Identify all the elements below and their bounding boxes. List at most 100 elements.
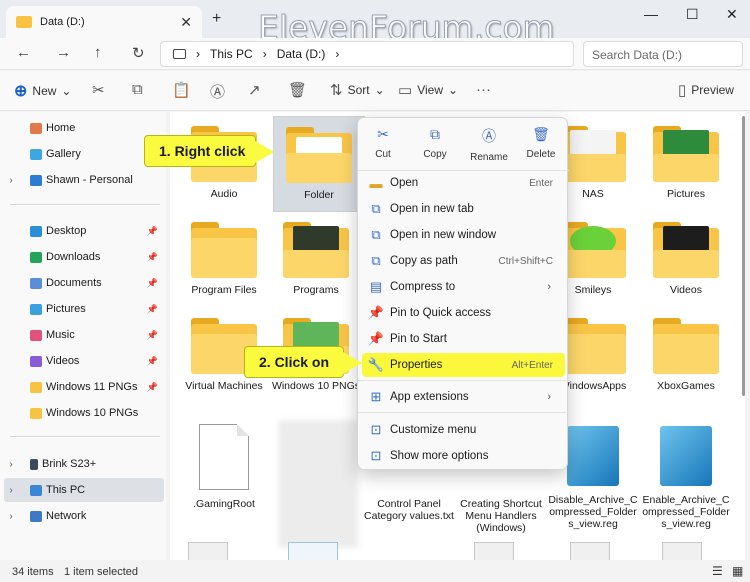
sidebar-item-label: Shawn - Personal bbox=[46, 174, 133, 186]
file-item[interactable]: Enable_Archive_Compressed_Folders_view.r… bbox=[640, 418, 732, 534]
rename-button[interactable]: Ⓐ bbox=[210, 81, 225, 102]
menu-item-copy-as-path[interactable]: ⧉ Copy as path Ctrl+Shift+C bbox=[362, 249, 565, 273]
sidebar-item-onedrive[interactable]: › Shawn - Personal bbox=[4, 168, 164, 192]
menu-item-open-new-window[interactable]: ⧉ Open in new window bbox=[362, 223, 565, 247]
up-icon[interactable]: ↑ bbox=[94, 44, 102, 61]
menu-item-open[interactable]: ▬ Open Enter bbox=[362, 171, 565, 195]
cut-button[interactable]: ✂ bbox=[92, 81, 105, 99]
cut-action[interactable]: ✂ Cut bbox=[358, 126, 408, 160]
cloud-icon bbox=[30, 174, 42, 186]
menu-item-compress-to[interactable]: ▤ Compress to › bbox=[362, 275, 565, 299]
sidebar-item-desktop[interactable]: Desktop 📌 bbox=[4, 219, 164, 243]
more-button[interactable]: ··· bbox=[476, 81, 491, 98]
chevron-right-icon[interactable]: › bbox=[4, 485, 18, 496]
file-item[interactable]: Pictures bbox=[640, 116, 732, 212]
pin-icon[interactable]: 📌 bbox=[147, 226, 158, 237]
pin-icon[interactable]: 📌 bbox=[147, 304, 158, 315]
menu-item-pin-start[interactable]: 📌 Pin to Start bbox=[362, 327, 565, 351]
copy-button[interactable]: ⧉ bbox=[132, 81, 143, 98]
pin-icon[interactable]: 📌 bbox=[147, 278, 158, 289]
sidebar-item-music[interactable]: Music 📌 bbox=[4, 323, 164, 347]
pin-icon[interactable]: 📌 bbox=[147, 252, 158, 263]
file-item[interactable]: Videos bbox=[640, 212, 732, 308]
minimize-icon[interactable]: — bbox=[644, 6, 658, 22]
sort-button[interactable]: ⇅ Sort ⌄ bbox=[330, 81, 385, 99]
file-item[interactable]: Program Files bbox=[178, 212, 270, 308]
chevron-down-icon: ⌄ bbox=[374, 83, 385, 97]
pin-icon[interactable]: 📌 bbox=[147, 330, 158, 341]
new-tab-icon[interactable]: + bbox=[212, 10, 221, 28]
file-item[interactable]: .GamingRoot bbox=[178, 418, 270, 534]
phone-icon bbox=[30, 458, 38, 470]
action-label: Cut bbox=[375, 149, 391, 160]
new-window-icon: ⧉ bbox=[371, 227, 381, 242]
file-item[interactable]: XboxGames bbox=[640, 308, 732, 412]
scrollbar-thumb[interactable] bbox=[742, 116, 745, 396]
preview-button[interactable]: ▯ Preview bbox=[678, 81, 734, 99]
sidebar-item-label: Desktop bbox=[46, 225, 87, 237]
sidebar-item-pictures[interactable]: Pictures 📌 bbox=[4, 297, 164, 321]
chevron-right-icon[interactable]: › bbox=[4, 175, 18, 186]
vertical-scrollbar[interactable] bbox=[740, 112, 746, 552]
view-icon: ▭ bbox=[398, 82, 413, 99]
file-icon bbox=[570, 542, 610, 560]
menu-item-label: Compress to bbox=[390, 281, 456, 293]
copy-action[interactable]: ⧉ Copy bbox=[410, 126, 460, 160]
breadcrumb-data-d[interactable]: Data (D:) bbox=[277, 47, 326, 61]
selection-count: 1 item selected bbox=[64, 566, 138, 578]
sidebar-item-windows-11-pngs[interactable]: Windows 11 PNGs 📌 bbox=[4, 375, 164, 399]
folder-icon bbox=[653, 318, 719, 374]
sidebar-item-gallery[interactable]: Gallery bbox=[4, 142, 164, 166]
menu-item-open-new-tab[interactable]: ⧉ Open in new tab bbox=[362, 197, 565, 221]
close-window-icon[interactable]: ✕ bbox=[726, 6, 738, 23]
maximize-icon[interactable]: ☐ bbox=[686, 6, 699, 23]
file-name: Virtual Machines bbox=[185, 380, 263, 392]
view-button[interactable]: ▭ View ⌄ bbox=[398, 81, 458, 99]
menu-item-label: Pin to Quick access bbox=[390, 307, 491, 319]
sidebar-item-home[interactable]: Home bbox=[4, 116, 164, 140]
chevron-right-icon[interactable]: › bbox=[4, 511, 18, 522]
sidebar-item-downloads[interactable]: Downloads 📌 bbox=[4, 245, 164, 269]
sidebar-item-videos[interactable]: Videos 📌 bbox=[4, 349, 164, 373]
address-bar[interactable]: › This PC › Data (D:) › bbox=[160, 41, 574, 67]
new-tab-icon: ⧉ bbox=[371, 201, 381, 216]
pin-icon: 📌 bbox=[367, 331, 385, 346]
chevron-right-icon[interactable]: › bbox=[4, 459, 18, 470]
sidebar-item-documents[interactable]: Documents 📌 bbox=[4, 271, 164, 295]
file-item[interactable]: Programs bbox=[270, 212, 362, 308]
delete-button[interactable]: 🗑 bbox=[288, 81, 307, 99]
forward-icon[interactable]: → bbox=[56, 44, 71, 61]
menu-item-app-extensions[interactable]: ⊞ App extensions › bbox=[362, 385, 565, 409]
sidebar-item-phone[interactable]: › Brink S23+ bbox=[4, 452, 164, 476]
share-button[interactable]: ↗ bbox=[248, 81, 261, 99]
trash-icon: 🗑 bbox=[532, 126, 550, 142]
sidebar-item-this-pc[interactable]: › This PC bbox=[4, 478, 164, 502]
tab-data-d[interactable]: Data (D:) ✕ bbox=[6, 6, 202, 38]
home-icon bbox=[30, 122, 42, 134]
details-view-icon[interactable]: ☰ bbox=[712, 564, 723, 578]
file-name: Control Panel Category values.txt bbox=[364, 498, 454, 522]
back-icon[interactable]: ← bbox=[16, 44, 31, 61]
folder-icon bbox=[653, 126, 719, 182]
new-button[interactable]: ⊕ New ⌄ bbox=[14, 81, 71, 101]
tiles-view-icon[interactable]: ▦ bbox=[732, 564, 743, 578]
menu-item-show-more-options[interactable]: ⊡ Show more options bbox=[362, 444, 565, 468]
pin-icon[interactable]: 📌 bbox=[147, 356, 158, 367]
rename-action[interactable]: Ⓐ Rename bbox=[464, 126, 514, 163]
menu-item-customize-menu[interactable]: ⊡ Customize menu bbox=[362, 418, 565, 442]
pin-icon[interactable]: 📌 bbox=[147, 382, 158, 393]
sidebar-item-windows-10-pngs[interactable]: Windows 10 PNGs bbox=[4, 401, 164, 425]
menu-item-properties[interactable]: 🔧 Properties Alt+Enter bbox=[362, 353, 565, 377]
close-tab-icon[interactable]: ✕ bbox=[180, 14, 192, 31]
paste-button[interactable]: 📋 bbox=[172, 81, 191, 99]
search-input[interactable]: Search Data (D:) bbox=[583, 41, 743, 67]
delete-action[interactable]: 🗑 Delete bbox=[516, 126, 566, 160]
callout-step-1: 1. Right click bbox=[144, 135, 274, 167]
title-bar: Data (D:) ✕ + ElevenForum.com — ☐ ✕ bbox=[0, 0, 750, 48]
breadcrumb-this-pc[interactable]: This PC bbox=[210, 47, 253, 61]
sidebar-item-network[interactable]: › Network bbox=[4, 504, 164, 528]
refresh-icon[interactable]: ↻ bbox=[132, 44, 145, 62]
menu-item-pin-quick-access[interactable]: 📌 Pin to Quick access bbox=[362, 301, 565, 325]
sidebar-item-label: Network bbox=[46, 510, 87, 522]
file-item-selected[interactable]: Folder bbox=[273, 116, 365, 212]
